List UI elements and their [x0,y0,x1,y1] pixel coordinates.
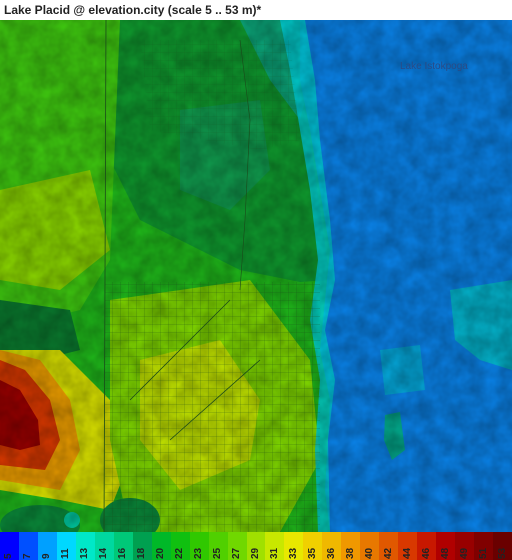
legend-tick-label: 46 [420,547,432,559]
legend-tick-label: 40 [363,547,375,559]
legend-tick-label: 29 [250,547,261,559]
map-title: Lake Placid @ elevation.city (scale 5 ..… [4,3,262,17]
elevation-map[interactable] [0,20,512,532]
legend-tick-label: 38 [344,547,356,559]
legend-tick-label: 53 [496,547,508,559]
legend-tick-label: 25 [212,547,224,559]
legend-tick-label: 14 [98,547,110,559]
legend-tick-label: 16 [117,547,129,559]
legend-tick-label: 42 [382,547,394,559]
legend-tick-label: 36 [325,547,337,559]
legend-tick-label: 11 [60,548,72,559]
elevation-legend: 5 7 9 11 13 14 16 18 20 22 23 25 27 29 31 33 35 36 38 40 42 4… [0,532,512,560]
legend-tick-label: 48 [439,547,451,559]
legend-tick-label: 35 [306,547,318,559]
legend-tick-label: 5 [3,553,15,559]
legend-tick-label: 31 [268,547,280,559]
legend-tick-label: 51 [477,547,489,559]
legend-tick-label: 27 [231,547,243,559]
legend-tick-label: 23 [193,547,205,559]
legend-tick-label: 7 [22,553,34,559]
legend-tick-label: 13 [79,547,91,559]
legend-tick-label: 22 [174,547,186,559]
legend-tick-label: 18 [136,547,148,559]
legend-tick-label: 33 [287,547,299,559]
street-grid [105,282,320,532]
legend-tick-label: 49 [458,547,470,559]
lake-istokpoga-label: Lake Istokpoga [400,61,468,72]
legend-tick-label: 20 [155,547,167,559]
legend-tick-label: 44 [401,547,413,559]
legend-tick-label: 9 [41,553,53,559]
